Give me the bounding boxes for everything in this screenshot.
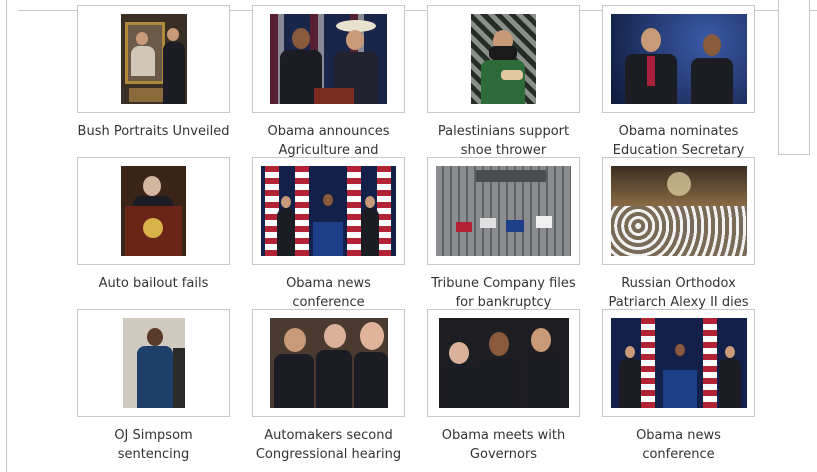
- gallery-caption[interactable]: Bush Portraits Unveiled: [77, 122, 230, 160]
- gallery-caption[interactable]: Obama meets with Governors: [427, 426, 580, 464]
- building-photo-icon: [436, 166, 571, 256]
- gallery-caption[interactable]: Obama announces Agriculture and: [252, 122, 405, 160]
- thumbnail-link[interactable]: [77, 5, 230, 113]
- thumbnail-link[interactable]: [427, 5, 580, 113]
- gallery-caption[interactable]: Automakers second Congressional hearing: [252, 426, 405, 464]
- thumbnail-link[interactable]: [602, 5, 755, 113]
- gallery-caption[interactable]: Russian Orthodox Patriarch Alexy II dies: [602, 274, 755, 312]
- gallery-caption[interactable]: Obama news conference: [252, 274, 405, 312]
- gallery-frame-left: [6, 0, 7, 472]
- thumbnail-link[interactable]: [77, 309, 230, 417]
- hearing-photo-icon: [269, 318, 388, 408]
- gallery-item-5[interactable]: Auto bailout fails: [77, 157, 230, 312]
- gallery-caption[interactable]: Obama news conference: [602, 426, 755, 464]
- thumbnail-link[interactable]: [427, 157, 580, 265]
- thumbnail-link[interactable]: [252, 157, 405, 265]
- gallery-caption[interactable]: Tribune Company files for bankruptcy: [427, 274, 580, 312]
- gallery-caption[interactable]: Obama nominates Education Secretary: [602, 122, 755, 160]
- thumbnail-link[interactable]: [252, 309, 405, 417]
- gallery-item-9[interactable]: OJ Simpsom sentencing: [77, 309, 230, 464]
- flags-photo-icon: [610, 318, 747, 408]
- thumbnail-link[interactable]: [252, 5, 405, 113]
- protest-photo-icon: [471, 14, 536, 104]
- sidebar-panel: [778, 0, 810, 155]
- gallery-item-1[interactable]: Bush Portraits Unveiled: [77, 5, 230, 160]
- sidebar-divider: [810, 10, 817, 11]
- gallery-caption[interactable]: Auto bailout fails: [77, 274, 230, 312]
- thumbnail-link[interactable]: [77, 157, 230, 265]
- flags-photo-icon: [261, 166, 396, 256]
- thumbnail-link[interactable]: [427, 309, 580, 417]
- courtroom-photo-icon: [122, 318, 185, 408]
- thumbnail-link[interactable]: [602, 157, 755, 265]
- gallery-caption[interactable]: OJ Simpsom sentencing: [77, 426, 230, 464]
- portrait-photo-icon: [120, 14, 187, 104]
- gallery-item-7[interactable]: Tribune Company files for bankruptcy: [427, 157, 580, 312]
- thumbnail-link[interactable]: [602, 309, 755, 417]
- gallery-item-2[interactable]: Obama announces Agriculture and: [252, 5, 405, 160]
- gallery-caption[interactable]: Palestinians support shoe thrower: [427, 122, 580, 160]
- gallery-item-11[interactable]: Obama meets with Governors: [427, 309, 580, 464]
- gallery-item-4[interactable]: Obama nominates Education Secretary: [602, 5, 755, 160]
- press-photo-icon: [610, 14, 747, 104]
- gallery-item-3[interactable]: Palestinians support shoe thrower: [427, 5, 580, 160]
- church-photo-icon: [610, 166, 747, 256]
- gallery-item-6[interactable]: Obama news conference: [252, 157, 405, 312]
- press-photo-icon: [270, 14, 387, 104]
- gallery-item-8[interactable]: Russian Orthodox Patriarch Alexy II dies: [602, 157, 755, 312]
- gallery-item-12[interactable]: Obama news conference: [602, 309, 755, 464]
- podium-photo-icon: [121, 166, 186, 256]
- gallery-item-10[interactable]: Automakers second Congressional hearing: [252, 309, 405, 464]
- meeting-photo-icon: [438, 318, 569, 408]
